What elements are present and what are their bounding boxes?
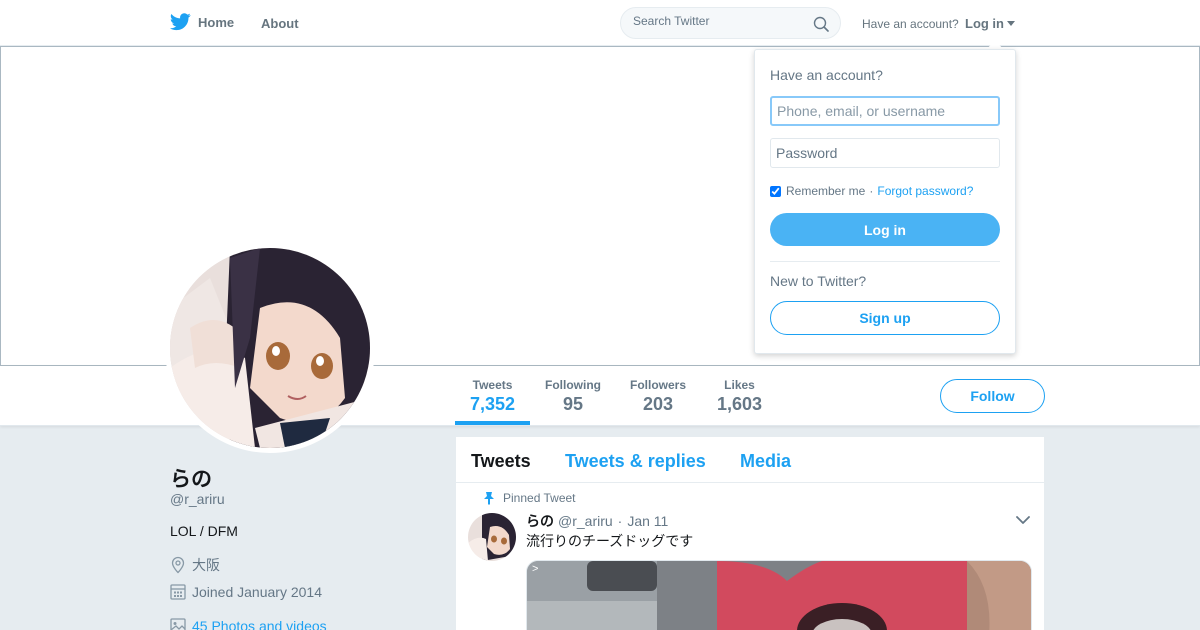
login-toggle-label: Log in — [965, 16, 1004, 31]
timeline-tabs: Tweets Tweets & replies Media — [456, 437, 1044, 483]
stat-tweets-value: 7,352 — [470, 394, 516, 414]
stat-followers-label: Followers — [630, 378, 687, 392]
search-box — [620, 7, 841, 39]
tweet-author-name[interactable]: らの — [526, 511, 554, 531]
remember-me-checkbox[interactable] — [770, 185, 781, 197]
tweet-header: らの @r_ariru · Jan 11 — [526, 511, 668, 531]
profile-bio: LOL / DFM — [170, 523, 238, 539]
caret-down-icon — [1007, 21, 1015, 26]
pinned-tweet-text: Pinned Tweet — [503, 491, 576, 505]
pinned-tweet-label: Pinned Tweet — [484, 491, 576, 505]
calendar-icon — [170, 584, 186, 600]
have-account-text: Have an account? — [862, 17, 959, 31]
pin-icon — [484, 492, 494, 505]
tweet-separator: · — [617, 513, 623, 529]
profile-joined-text: Joined January 2014 — [192, 583, 322, 600]
stat-likes-value: 1,603 — [717, 394, 763, 414]
profile-avatar-frame — [165, 243, 375, 453]
stat-tweets[interactable]: Tweets 7,352 — [470, 378, 515, 415]
signup-button[interactable]: Sign up — [770, 301, 1000, 335]
nav-home-link[interactable]: Home — [170, 13, 234, 31]
tweet-author-handle[interactable]: @r_ariru — [558, 513, 613, 529]
stat-likes-label: Likes — [724, 378, 755, 392]
stat-likes[interactable]: Likes 1,603 — [717, 378, 762, 415]
timeline: Tweets Tweets & replies Media Pinned Twe… — [456, 437, 1044, 630]
location-pin-icon — [171, 556, 185, 574]
tab-media[interactable]: Media — [740, 451, 791, 472]
search-input[interactable] — [633, 14, 813, 28]
tab-tweets[interactable]: Tweets — [471, 451, 531, 472]
dropdown-divider — [770, 261, 1000, 262]
stat-following-label: Following — [545, 378, 601, 392]
follow-button[interactable]: Follow — [940, 379, 1045, 413]
tweet-date[interactable]: Jan 11 — [627, 513, 668, 529]
stat-tweets-label: Tweets — [472, 378, 513, 392]
active-stat-underline — [455, 421, 530, 425]
twitter-bird-icon — [170, 13, 191, 31]
tweet-media-image[interactable]: > — [526, 560, 1032, 630]
profile-media-link-text: 45 Photos and videos — [192, 618, 327, 630]
profile-joined: Joined January 2014 — [170, 583, 322, 600]
stat-followers[interactable]: Followers 203 — [630, 378, 686, 415]
tweet-text: 流行りのチーズドッグです — [526, 533, 694, 549]
profile-location: 大阪 — [170, 555, 220, 575]
search-icon[interactable] — [813, 16, 829, 32]
photo-icon — [170, 618, 186, 630]
login-submit-button[interactable]: Log in — [770, 213, 1000, 246]
nav-home-label: Home — [198, 14, 235, 30]
password-input[interactable] — [770, 138, 1000, 168]
profile-media-link[interactable]: 45 Photos and videos — [170, 618, 327, 630]
top-nav: Home About Have an account? Log in — [0, 0, 1200, 46]
stat-followers-value: 203 — [642, 394, 674, 414]
forgot-password-link[interactable]: Forgot password? — [877, 184, 973, 198]
dropdown-title: Have an account? — [770, 67, 883, 83]
login-dropdown-toggle[interactable]: Log in — [965, 16, 1015, 31]
tweet-media-overlay: > — [532, 563, 538, 575]
remember-me-label[interactable]: Remember me — [786, 184, 865, 198]
stat-following[interactable]: Following 95 — [545, 378, 601, 415]
chevron-down-icon[interactable] — [1016, 515, 1030, 525]
profile-name[interactable]: らの — [170, 463, 212, 493]
profile-avatar[interactable] — [170, 248, 370, 448]
username-input[interactable] — [770, 96, 1000, 126]
remember-separator: · — [869, 184, 874, 198]
login-dropdown: Have an account? Remember me · Forgot pa… — [754, 49, 1016, 354]
nav-about-link[interactable]: About — [261, 16, 299, 31]
tab-tweets-replies[interactable]: Tweets & replies — [565, 451, 706, 472]
remember-row: Remember me · Forgot password? — [770, 184, 973, 198]
profile-location-text: 大阪 — [192, 557, 220, 573]
stat-following-value: 95 — [562, 394, 584, 414]
new-to-twitter-text: New to Twitter? — [770, 273, 867, 289]
profile-handle[interactable]: @r_ariru — [170, 491, 225, 507]
tweet-avatar[interactable] — [468, 513, 516, 561]
